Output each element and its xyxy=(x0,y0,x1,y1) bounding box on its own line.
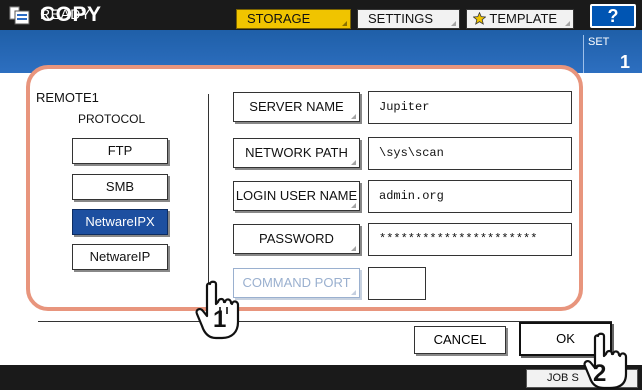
tab-label: SETTINGS xyxy=(368,11,434,26)
password-field[interactable]: ********************** xyxy=(368,223,572,256)
button-label: SERVER NAME xyxy=(249,99,344,114)
button-label: COMMAND PORT xyxy=(242,275,351,290)
copy-icon xyxy=(9,6,30,25)
network-path-button[interactable]: NETWORK PATH xyxy=(233,138,360,168)
corner-indicator-icon xyxy=(351,198,356,208)
login-user-name-button[interactable]: LOGIN USER NAME xyxy=(233,181,360,211)
status-text: READY xyxy=(40,6,91,22)
corner-indicator-icon xyxy=(451,16,456,26)
server-name-button[interactable]: SERVER NAME xyxy=(233,92,360,122)
protocol-ftp-button[interactable]: FTP xyxy=(72,138,168,164)
cancel-button[interactable]: CANCEL xyxy=(414,326,506,354)
step-1-number: 1 xyxy=(213,306,227,333)
corner-indicator-icon xyxy=(351,155,356,165)
corner-indicator-icon xyxy=(351,109,356,119)
protocol-netwareip-button[interactable]: NetwareIP xyxy=(72,244,168,270)
help-button[interactable]: ? xyxy=(590,4,636,28)
corner-indicator-icon xyxy=(351,241,356,251)
tab-template[interactable]: TEMPLATE xyxy=(466,9,574,29)
tab-settings[interactable]: SETTINGS xyxy=(357,9,460,29)
button-label: PASSWORD xyxy=(259,231,334,246)
server-name-field[interactable]: Jupiter xyxy=(368,91,572,124)
step-2-number: 2 xyxy=(593,360,607,387)
panel-divider xyxy=(208,94,209,284)
set-label: SET xyxy=(588,36,610,48)
protocol-netwareipx-button[interactable]: NetwareIPX xyxy=(72,209,168,235)
set-count: 1 xyxy=(620,52,631,72)
corner-indicator-icon xyxy=(342,16,347,26)
password-button[interactable]: PASSWORD xyxy=(233,224,360,254)
tab-label: TEMPLATE xyxy=(489,11,558,26)
command-port-button: COMMAND PORT xyxy=(233,268,360,298)
tab-label: STORAGE xyxy=(247,11,311,26)
star-icon xyxy=(472,11,487,25)
login-user-name-field[interactable]: admin.org xyxy=(368,180,572,213)
remote-title: REMOTE1 xyxy=(36,90,99,105)
tab-storage[interactable]: STORAGE xyxy=(236,9,351,29)
corner-indicator-icon xyxy=(351,285,356,295)
command-port-field xyxy=(368,267,426,300)
button-label: NETWORK PATH xyxy=(245,145,348,160)
network-path-field[interactable]: \sys\scan xyxy=(368,137,572,170)
corner-indicator-icon xyxy=(565,16,570,26)
protocol-smb-button[interactable]: SMB xyxy=(72,174,168,200)
button-label: LOGIN USER NAME xyxy=(235,188,358,203)
protocol-label: PROTOCOL xyxy=(78,112,146,126)
